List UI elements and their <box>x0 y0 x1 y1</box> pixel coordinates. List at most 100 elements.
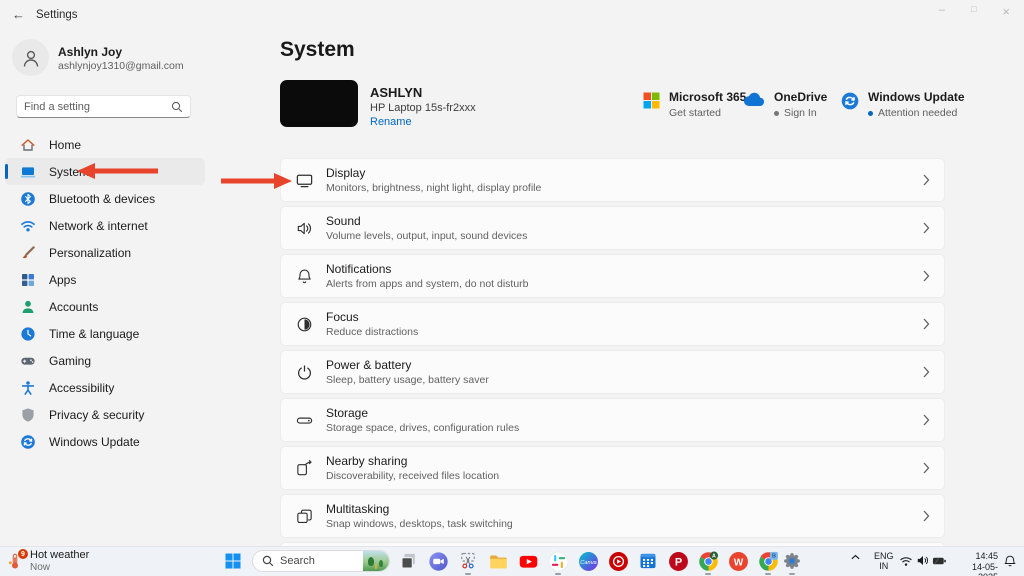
setting-row-title: Focus <box>326 310 359 324</box>
setting-row-multitasking[interactable]: Multitasking Snap windows, desktops, task… <box>280 494 945 538</box>
taskbar-app-chrome-profile-a[interactable]: A <box>697 550 719 575</box>
tray-language: ENG <box>874 551 894 561</box>
sidebar-item-time-language[interactable]: Time & language <box>5 320 205 347</box>
taskbar-app-chat[interactable] <box>427 550 449 572</box>
setting-row-title: Storage <box>326 406 369 420</box>
find-a-setting-search[interactable] <box>16 95 191 118</box>
nearby-sharing-icon <box>295 459 314 478</box>
microsoft-365-icon <box>643 92 660 119</box>
tray-notifications[interactable] <box>1003 554 1017 568</box>
taskbar-app-settings-gear[interactable] <box>781 550 803 575</box>
rename-link[interactable]: Rename <box>370 116 412 128</box>
sidebar-item-gaming[interactable]: Gaming <box>5 347 205 374</box>
tray-show-hidden-icons[interactable] <box>850 553 861 561</box>
weather-widget[interactable]: 9 Hot weather Now <box>6 549 89 573</box>
running-indicator <box>789 572 795 575</box>
sidebar-item-accounts[interactable]: Accounts <box>5 293 205 320</box>
svg-text:B: B <box>771 553 775 559</box>
setting-row-sound[interactable]: Sound Volume levels, output, input, sound… <box>280 206 945 250</box>
titlebar: ← Settings – □ × <box>0 0 1024 30</box>
status-card-microsoft-365[interactable]: Microsoft 365 Get started <box>643 90 746 119</box>
sidebar-item-windows-update[interactable]: Windows Update <box>5 428 205 455</box>
setting-row-nearby-sharing[interactable]: Nearby sharing Discoverability, received … <box>280 446 945 490</box>
bell-icon <box>1003 554 1017 568</box>
chrome-profile-a: A <box>698 551 719 572</box>
tray-date: 14-05-2025 <box>971 561 998 576</box>
chevron-right-icon <box>923 414 930 426</box>
tray-clock[interactable]: 14:45 14-05-2025 <box>952 551 998 576</box>
search-input[interactable] <box>24 100 171 113</box>
sidebar-item-accessibility[interactable]: Accessibility <box>5 374 205 401</box>
minimize-button[interactable]: – <box>939 4 945 19</box>
youtube <box>518 551 539 572</box>
sidebar-nav: Home System Bluetooth & devices Network & i… <box>5 131 205 455</box>
sidebar-item-apps[interactable]: Apps <box>5 266 205 293</box>
taskbar-app-chrome-profile-b[interactable]: B <box>757 550 779 575</box>
weather-title: Hot weather <box>30 549 90 561</box>
taskbar-app-canva[interactable]: Canva <box>577 550 599 572</box>
sidebar-item-privacy-security[interactable]: Privacy & security <box>5 401 205 428</box>
status-card-subtitle: Attention needed <box>878 107 958 119</box>
calendar <box>638 551 658 571</box>
chevron-right-icon <box>923 366 930 378</box>
chevron-right-icon <box>923 174 930 186</box>
profile-area[interactable] <box>12 39 49 76</box>
tray-network[interactable] <box>899 555 913 567</box>
taskbar-app-calendar[interactable] <box>637 550 659 572</box>
taskbar-app-pinterest[interactable]: P <box>667 550 689 572</box>
youtube-music <box>608 551 629 572</box>
setting-row-focus[interactable]: Focus Reduce distractions <box>280 302 945 346</box>
weather-subtitle: Now <box>30 562 51 573</box>
tray-language-switcher[interactable]: ENG IN <box>874 551 894 571</box>
sidebar-item-system[interactable]: System <box>5 158 205 185</box>
taskbar-app-file-explorer[interactable] <box>487 550 509 572</box>
weather-badge: 9 <box>18 549 28 559</box>
tray-battery[interactable] <box>932 555 947 567</box>
sidebar-item-bluetooth-devices[interactable]: Bluetooth & devices <box>5 185 205 212</box>
apps-icon <box>20 272 36 288</box>
sidebar-item-home[interactable]: Home <box>5 131 205 158</box>
taskbar-app-youtube-music[interactable] <box>607 550 629 572</box>
file-explorer <box>488 551 509 572</box>
sound-icon <box>295 219 314 238</box>
focus-icon <box>295 315 314 334</box>
setting-row-notifications[interactable]: Notifications Alerts from apps and system… <box>280 254 945 298</box>
onedrive-icon <box>743 92 765 119</box>
taskbar-app-snipping-tool[interactable] <box>457 550 479 575</box>
setting-row-power-battery[interactable]: Power & battery Sleep, battery usage, bat… <box>280 350 945 394</box>
taskbar-app-youtube[interactable] <box>517 550 539 572</box>
start-button[interactable] <box>222 550 244 572</box>
setting-row-storage[interactable]: Storage Storage space, drives, configurat… <box>280 398 945 442</box>
svg-text:A: A <box>712 553 716 559</box>
maximize-button[interactable]: □ <box>971 4 976 19</box>
home-icon <box>20 137 36 153</box>
sidebar-item-label: Accessibility <box>49 380 115 395</box>
taskbar-app-task-view[interactable] <box>398 550 420 572</box>
windows-update-status-icon <box>841 92 859 119</box>
taskbar-app-slack[interactable] <box>547 550 569 575</box>
status-card-windows-update[interactable]: Windows Update Attention needed <box>841 90 965 119</box>
wifi-icon <box>899 555 913 567</box>
setting-row-subtitle: Discoverability, received files location <box>326 470 500 482</box>
chevron-right-icon <box>923 270 930 282</box>
taskbar <box>0 546 1024 576</box>
sidebar-item-personalization[interactable]: Personalization <box>5 239 205 266</box>
setting-row-title: Power & battery <box>326 358 412 372</box>
setting-row-subtitle: Sleep, battery usage, battery saver <box>326 374 489 386</box>
status-card-onedrive[interactable]: OneDrive Sign In <box>743 90 827 119</box>
taskbar-app-wps-office[interactable]: W <box>727 550 749 572</box>
taskbar-search[interactable]: Search <box>252 550 390 572</box>
setting-row-display[interactable]: Display Monitors, brightness, night light… <box>280 158 945 202</box>
status-dot <box>868 110 873 116</box>
sidebar-item-network-internet[interactable]: Network & internet <box>5 212 205 239</box>
tray-volume[interactable] <box>916 554 930 567</box>
setting-row-subtitle: Volume levels, output, input, sound devi… <box>326 230 528 242</box>
chat <box>428 551 449 572</box>
sidebar-item-label: Apps <box>49 272 77 287</box>
sidebar-item-label: Gaming <box>49 353 92 368</box>
windows-update-icon <box>20 434 36 450</box>
setting-row-title: Notifications <box>326 262 392 276</box>
back-button[interactable]: ← <box>12 7 25 22</box>
close-button[interactable]: × <box>1002 4 1010 19</box>
setting-row-subtitle: Monitors, brightness, night light, displ… <box>326 182 542 194</box>
